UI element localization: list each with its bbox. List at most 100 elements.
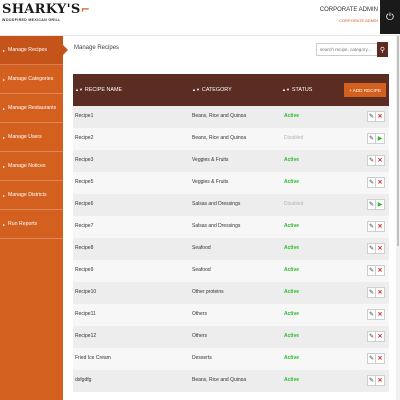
header-status[interactable]: ▲▼ STATUS (282, 87, 312, 93)
sort-icon: ▲▼ (282, 87, 290, 92)
x-icon[interactable]: ✕ (376, 178, 384, 187)
recipe-category: Beans, Rice and Quinoa (192, 377, 247, 383)
x-icon[interactable]: ✕ (376, 332, 384, 341)
row-actions: ✎ ▶ (367, 133, 385, 144)
sidebar-item-manage-restaurants[interactable]: ▸ Manage Restaurants (0, 94, 63, 123)
sidebar-item-manage-users[interactable]: ▸ Manage Users (0, 123, 63, 152)
pencil-icon[interactable]: ✎ (368, 376, 376, 385)
play-icon[interactable]: ▶ (376, 134, 384, 143)
pencil-icon[interactable]: ✎ (368, 354, 376, 363)
recipe-category: Veggies & Fruits (192, 179, 229, 185)
table-row: Recipe8 Seafood Active ✎ ✕ (73, 238, 389, 260)
pencil-icon[interactable]: ✎ (368, 266, 376, 275)
sidebar-item-label: Manage Users (8, 134, 42, 140)
recipe-name: Recipe9 (75, 267, 94, 273)
recipe-category: Beans, Rice and Quinoa (192, 135, 247, 141)
row-actions: ✎ ▶ (367, 199, 385, 210)
x-icon[interactable]: ✕ (376, 156, 384, 165)
sidebar-item-manage-categories[interactable]: ▸ Manage Categories (0, 65, 63, 94)
row-actions: ✎ ✕ (367, 331, 385, 342)
pencil-icon[interactable]: ✎ (368, 222, 376, 231)
table-body: Recipe1 Beans, Rice and Quinoa Active ✎ ✕ Rec… (73, 106, 389, 392)
logo: SHARKY'S⌐ WOODFIRED MEXICAN GRILL (2, 3, 90, 33)
logo-name: SHARKY'S (2, 2, 81, 17)
recipes-table: ▲▼ RECIPE NAME ▲▼ CATEGORY ▲▼ STATUS + ADD … (73, 74, 389, 392)
x-icon[interactable]: ✕ (376, 112, 384, 121)
sidebar-item-label: Manage Categories (8, 76, 54, 82)
chevron-right-icon: ▸ (3, 76, 6, 82)
sort-icon: ▲▼ (192, 87, 200, 92)
chevron-right-icon: ▸ (3, 192, 6, 198)
recipe-name: Recipe5 (75, 179, 94, 185)
recipe-name: dsfgdfg (75, 377, 92, 383)
logo-mark: ⌐ (80, 3, 91, 16)
x-icon[interactable]: ✕ (376, 310, 384, 319)
x-icon[interactable]: ✕ (376, 376, 384, 385)
sort-icon: ▲▼ (75, 87, 83, 92)
row-actions: ✎ ✕ (367, 221, 385, 232)
pencil-icon[interactable]: ✎ (368, 244, 376, 253)
table-row: Recipe3 Veggies & Fruits Active ✎ ✕ (73, 150, 389, 172)
table-row: Recipe6 Salsas and Dressings Disabled ✎ ▶ (73, 194, 389, 216)
pencil-icon[interactable]: ✎ (368, 200, 376, 209)
table-row: Recipe2 Beans, Rice and Quinoa Disabled ✎ ▶ (73, 128, 389, 150)
chevron-right-icon: ▸ (3, 105, 6, 111)
x-icon[interactable]: ✕ (376, 288, 384, 297)
search-icon: ⚲ (379, 46, 386, 54)
pencil-icon[interactable]: ✎ (368, 332, 376, 341)
status-label: Active (284, 355, 300, 361)
sidebar-item-manage-notices[interactable]: ▸ Manage Notices (0, 152, 63, 181)
pencil-icon[interactable]: ✎ (368, 134, 376, 143)
pencil-icon[interactable]: ✎ (368, 178, 376, 187)
x-icon[interactable]: ✕ (376, 266, 384, 275)
table-header: ▲▼ RECIPE NAME ▲▼ CATEGORY ▲▼ STATUS + ADD … (73, 74, 389, 106)
row-actions: ✎ ✕ (367, 111, 385, 122)
recipe-category: Others (192, 333, 208, 339)
power-button[interactable]: ⏻ (380, 0, 400, 34)
top-bar: SHARKY'S⌐ WOODFIRED MEXICAN GRILL CORPOR… (0, 0, 400, 36)
table-row: Recipe1 Beans, Rice and Quinoa Active ✎ ✕ (73, 106, 389, 128)
x-icon[interactable]: ✕ (376, 244, 384, 253)
recipe-category: Veggies & Fruits (192, 157, 229, 163)
pencil-icon[interactable]: ✎ (368, 310, 376, 319)
row-actions: ✎ ✕ (367, 177, 385, 188)
recipe-name: Recipe3 (75, 157, 94, 163)
recipe-category: Seafood (192, 267, 211, 273)
chevron-right-icon: ▸ (3, 134, 6, 140)
status-label: Active (284, 377, 300, 383)
add-recipe-button[interactable]: + ADD RECIPE (344, 83, 386, 97)
sidebar-item-label: Manage Notices (8, 163, 46, 169)
scrollbar-thumb[interactable] (397, 36, 399, 246)
sidebar-item-run-reports[interactable]: ▸ Run Reports (0, 210, 63, 239)
logo-tagline: WOODFIRED MEXICAN GRILL (2, 18, 61, 22)
sidebar-item-label: Run Reports (8, 221, 38, 227)
status-label: Active (284, 311, 300, 317)
search-button[interactable]: ⚲ (377, 42, 388, 57)
row-actions: ✎ ✕ (367, 265, 385, 276)
recipe-category: Seafood (192, 245, 211, 251)
row-actions: ✎ ✕ (367, 155, 385, 166)
play-icon[interactable]: ▶ (376, 200, 384, 209)
status-label: Active (284, 113, 300, 119)
pencil-icon[interactable]: ✎ (368, 156, 376, 165)
recipe-name: Recipe7 (75, 223, 94, 229)
sidebar-item-label: Manage Districts (8, 192, 47, 198)
admin-title: CORPORATE ADMIN (319, 7, 378, 13)
sidebar-item-manage-districts[interactable]: ▸ Manage Districts (0, 181, 63, 210)
status-label: Active (284, 333, 300, 339)
search-input[interactable] (316, 43, 378, 56)
x-icon[interactable]: ✕ (376, 222, 384, 231)
status-label: Active (284, 289, 300, 295)
header-category[interactable]: ▲▼ CATEGORY (192, 87, 232, 93)
status-label: Active (284, 157, 300, 163)
pencil-icon[interactable]: ✎ (368, 112, 376, 121)
pencil-icon[interactable]: ✎ (368, 288, 376, 297)
power-icon: ⏻ (386, 11, 394, 23)
x-icon[interactable]: ✕ (376, 354, 384, 363)
recipe-category: Others (192, 311, 208, 317)
chevron-right-icon: ▸ (3, 163, 6, 169)
header-recipe-name[interactable]: ▲▼ RECIPE NAME (75, 87, 122, 93)
table-row: Recipe5 Veggies & Fruits Active ✎ ✕ (73, 172, 389, 194)
sidebar-item-manage-recipes[interactable]: ▸ Manage Recipes (0, 36, 68, 65)
recipe-name: Fried Ice Cream (75, 355, 111, 361)
